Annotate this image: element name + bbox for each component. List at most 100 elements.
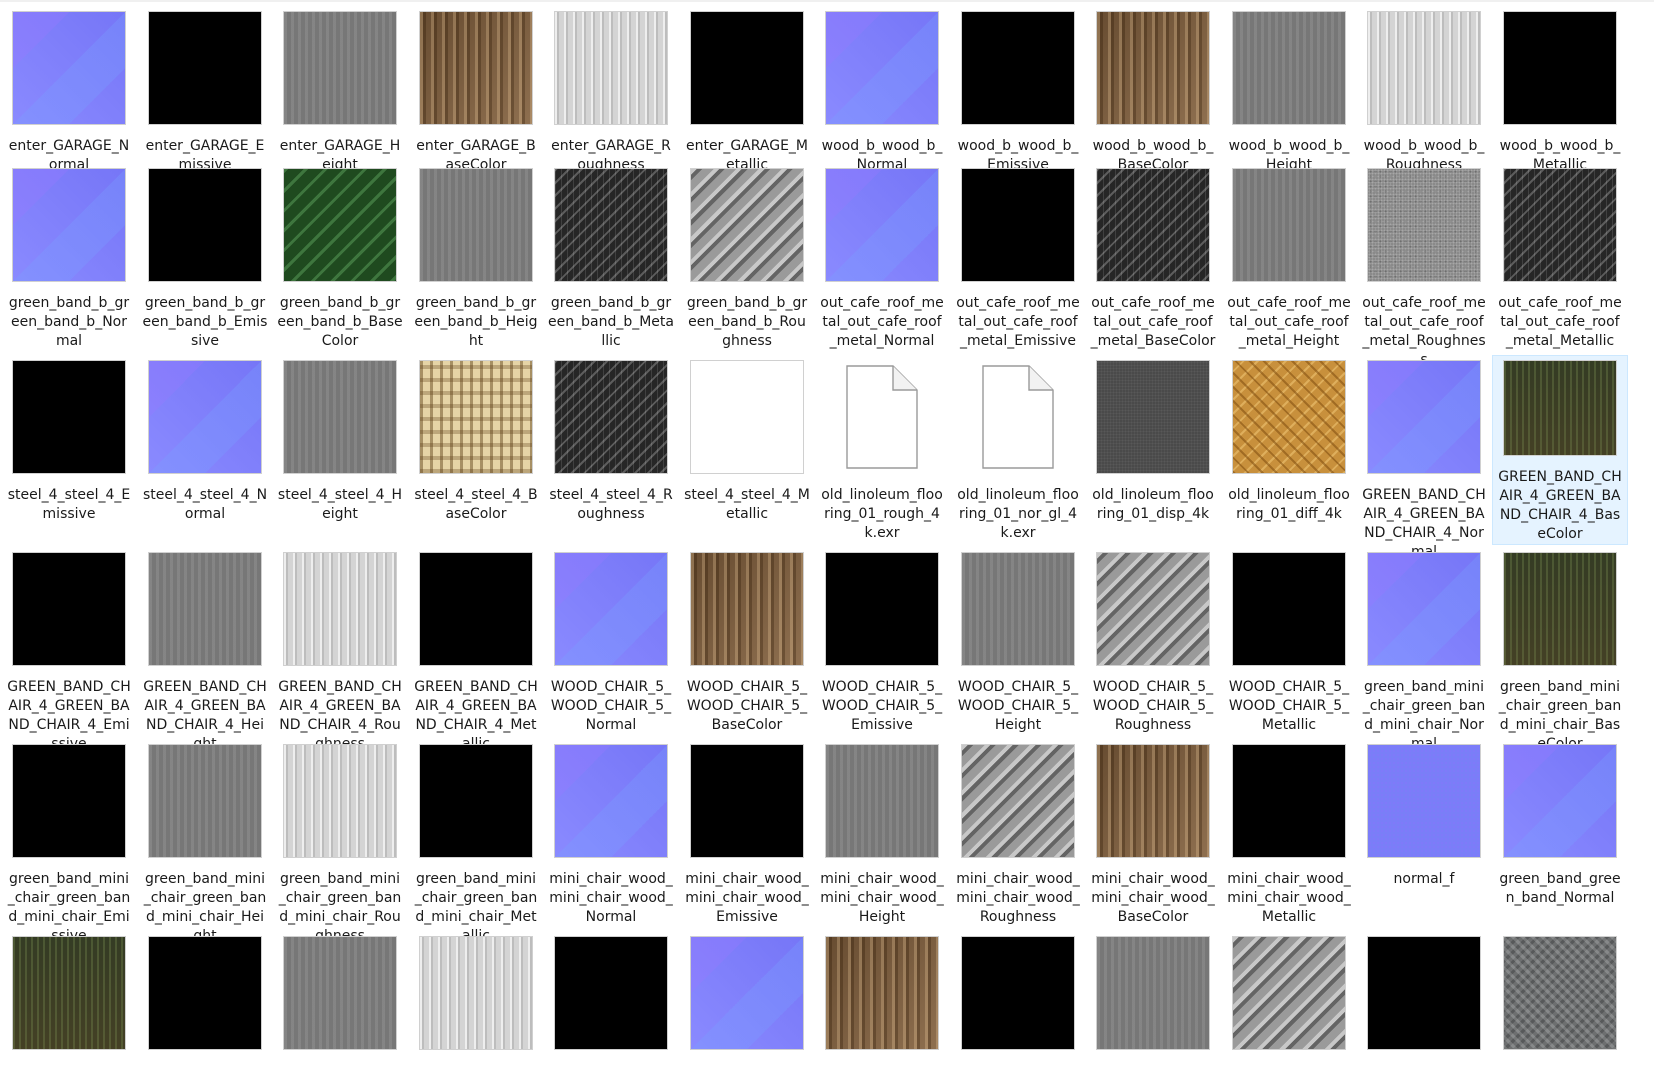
file-item[interactable]: green_band_mini_chair_green_band_mini_ch… (409, 740, 543, 946)
file-thumbnail (1096, 744, 1210, 858)
file-item[interactable]: green_band_mini_chair_green_band_mini_ch… (2, 740, 136, 946)
file-item[interactable]: enter_GARAGE_BaseColor (409, 7, 543, 175)
file-item[interactable]: green_band_green_band_Normal (1493, 740, 1627, 908)
file-item[interactable]: green_band_mini_chair_green_band_mini_ch… (1357, 548, 1491, 754)
file-item[interactable]: mini_chair_wood_mini_chair_wood_Metallic (1222, 740, 1356, 927)
file-item[interactable]: normal_f (1357, 740, 1491, 889)
file-item[interactable]: mini_chair_wood_mini_chair_wood_BaseColo… (1086, 740, 1220, 927)
file-item[interactable]: green_band_b_green_band_b_Normal (2, 164, 136, 351)
file-thumbnail (283, 552, 397, 666)
file-thumbnail (961, 360, 1075, 474)
file-item[interactable]: mini_chair_wood_mini_chair_wood_Normal (544, 740, 678, 927)
file-item[interactable]: old_linoleum_flooring_01_diff_4k (1222, 356, 1356, 524)
file-item[interactable]: wood_b_wood_b_Metallic (1493, 7, 1627, 175)
file-item[interactable]: old_linoleum_flooring_01_disp_4k (1086, 356, 1220, 524)
file-item[interactable]: GREEN_BAND_CHAIR_4_GREEN_BAND_CHAIR_4_He… (138, 548, 272, 754)
file-item[interactable]: steel_4_steel_4_Roughness (544, 356, 678, 524)
file-thumbnail (1096, 552, 1210, 666)
file-thumbnail (1367, 168, 1481, 282)
file-item[interactable]: old_linoleum_flooring_01_nor_gl_4k.exr (951, 356, 1085, 543)
file-thumbnail (148, 552, 262, 666)
file-item[interactable]: wood_b_wood_b_BaseColor (1086, 7, 1220, 175)
file-item[interactable]: WOOD_CHAIR_5_WOOD_CHAIR_5_BaseColor (680, 548, 814, 735)
file-item[interactable]: GREEN_BAND_CHAIR_4_GREEN_BAND_CHAIR_4_No… (1357, 356, 1491, 562)
file-name-label: mini_chair_wood_mini_chair_wood_Emissive (685, 871, 809, 925)
file-item[interactable]: enter_GARAGE_Metallic (680, 7, 814, 175)
file-thumbnail (148, 936, 262, 1050)
file-item[interactable] (951, 932, 1085, 1062)
file-item[interactable]: green_band_b_green_band_b_BaseColor (273, 164, 407, 351)
file-item[interactable]: steel_4_steel_4_Height (273, 356, 407, 524)
file-item[interactable]: green_band_mini_chair_green_band_mini_ch… (273, 740, 407, 946)
file-item[interactable]: mini_chair_wood_mini_chair_wood_Roughnes… (951, 740, 1085, 927)
file-item[interactable] (138, 932, 272, 1062)
file-item[interactable]: steel_4_steel_4_BaseColor (409, 356, 543, 524)
file-item[interactable] (409, 932, 543, 1062)
file-item[interactable]: enter_GARAGE_Emissive (138, 7, 272, 175)
file-item[interactable] (815, 932, 949, 1062)
file-item[interactable]: steel_4_steel_4_Normal (138, 356, 272, 524)
file-item[interactable]: green_band_mini_chair_green_band_mini_ch… (1493, 548, 1627, 754)
file-item[interactable]: green_band_b_green_band_b_Metallic (544, 164, 678, 351)
file-item[interactable] (1086, 932, 1220, 1062)
file-name-label: old_linoleum_flooring_01_rough_4k.exr (821, 487, 943, 541)
file-item[interactable]: mini_chair_wood_mini_chair_wood_Height (815, 740, 949, 927)
file-item[interactable]: enter_GARAGE_Normal (2, 7, 136, 175)
file-item[interactable]: out_cafe_roof_metal_out_cafe_roof_metal_… (1357, 164, 1491, 370)
file-name-label: green_band_b_green_band_b_Normal (8, 295, 130, 349)
file-thumbnail (1367, 552, 1481, 666)
file-item[interactable]: steel_4_steel_4_Emissive (2, 356, 136, 524)
file-item[interactable]: wood_b_wood_b_Height (1222, 7, 1356, 175)
file-item[interactable]: GREEN_BAND_CHAIR_4_GREEN_BAND_CHAIR_4_Ro… (273, 548, 407, 754)
file-item[interactable]: out_cafe_roof_metal_out_cafe_roof_metal_… (1086, 164, 1220, 351)
file-thumbnail (1096, 168, 1210, 282)
file-item[interactable]: GREEN_BAND_CHAIR_4_GREEN_BAND_CHAIR_4_Ba… (1492, 355, 1628, 545)
file-item[interactable] (1222, 932, 1356, 1062)
file-item[interactable]: wood_b_wood_b_Roughness (1357, 7, 1491, 175)
file-item[interactable]: green_band_b_green_band_b_Emissive (138, 164, 272, 351)
file-item[interactable]: GREEN_BAND_CHAIR_4_GREEN_BAND_CHAIR_4_Me… (409, 548, 543, 754)
file-item[interactable]: WOOD_CHAIR_5_WOOD_CHAIR_5_Normal (544, 548, 678, 735)
file-item[interactable]: old_linoleum_flooring_01_rough_4k.exr (815, 356, 949, 543)
file-item[interactable]: enter_GARAGE_Roughness (544, 7, 678, 175)
file-item[interactable]: out_cafe_roof_metal_out_cafe_roof_metal_… (815, 164, 949, 351)
file-item[interactable] (273, 932, 407, 1062)
file-thumbnail (1367, 360, 1481, 474)
file-item[interactable]: GREEN_BAND_CHAIR_4_GREEN_BAND_CHAIR_4_Em… (2, 548, 136, 754)
file-name-label: GREEN_BAND_CHAIR_4_GREEN_BAND_CHAIR_4_Ba… (1498, 469, 1622, 542)
file-item[interactable]: WOOD_CHAIR_5_WOOD_CHAIR_5_Metallic (1222, 548, 1356, 735)
file-thumbnail (690, 552, 804, 666)
file-thumbnail (148, 360, 262, 474)
file-item[interactable] (1493, 932, 1627, 1062)
file-item[interactable]: green_band_mini_chair_green_band_mini_ch… (138, 740, 272, 946)
file-item[interactable]: out_cafe_roof_metal_out_cafe_roof_metal_… (1493, 164, 1627, 351)
file-item[interactable] (544, 932, 678, 1062)
file-thumbnail (825, 168, 939, 282)
file-thumbnail (419, 936, 533, 1050)
file-thumbnail (419, 360, 533, 474)
file-item[interactable]: mini_chair_wood_mini_chair_wood_Emissive (680, 740, 814, 927)
file-item[interactable]: green_band_b_green_band_b_Height (409, 164, 543, 351)
file-name-label: steel_4_steel_4_Height (277, 487, 403, 522)
file-thumbnail (554, 744, 668, 858)
file-name-label: mini_chair_wood_mini_chair_wood_Roughnes… (956, 871, 1080, 925)
file-item[interactable]: out_cafe_roof_metal_out_cafe_roof_metal_… (1222, 164, 1356, 351)
file-item[interactable]: wood_b_wood_b_Emissive (951, 7, 1085, 175)
file-thumbnail (554, 168, 668, 282)
file-item[interactable] (1357, 932, 1491, 1062)
file-item[interactable]: steel_4_steel_4_Metallic (680, 356, 814, 524)
file-name-label: old_linoleum_flooring_01_disp_4k (1092, 487, 1214, 522)
file-item[interactable]: green_band_b_green_band_b_Roughness (680, 164, 814, 351)
file-item[interactable]: WOOD_CHAIR_5_WOOD_CHAIR_5_Height (951, 548, 1085, 735)
file-name-label: out_cafe_roof_metal_out_cafe_roof_metal_… (956, 295, 1080, 349)
file-item[interactable]: out_cafe_roof_metal_out_cafe_roof_metal_… (951, 164, 1085, 351)
file-thumbnail (961, 744, 1075, 858)
file-item[interactable]: enter_GARAGE_Height (273, 7, 407, 175)
file-thumbnail (1232, 168, 1346, 282)
file-item[interactable]: WOOD_CHAIR_5_WOOD_CHAIR_5_Roughness (1086, 548, 1220, 735)
file-item[interactable]: wood_b_wood_b_Normal (815, 7, 949, 175)
file-name-label: old_linoleum_flooring_01_nor_gl_4k.exr (957, 487, 1079, 541)
file-item[interactable]: WOOD_CHAIR_5_WOOD_CHAIR_5_Emissive (815, 548, 949, 735)
file-item[interactable] (2, 932, 136, 1062)
file-item[interactable] (680, 932, 814, 1062)
